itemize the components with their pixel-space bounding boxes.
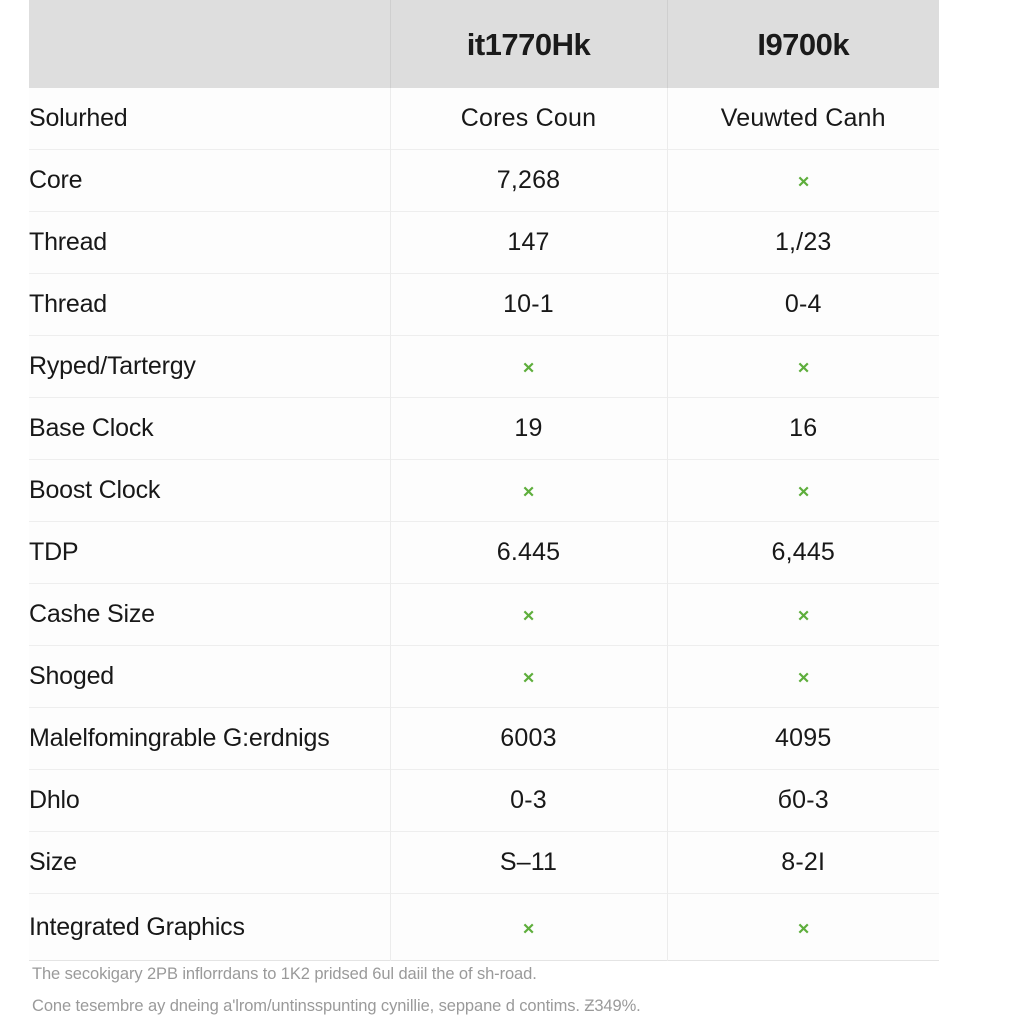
row-value-cell: × xyxy=(667,583,939,646)
table-row: TDP 6.445 6,445 xyxy=(29,521,939,584)
row-value-cell: 147 xyxy=(390,211,668,274)
row-value-cell: 16 xyxy=(667,397,939,460)
row-label-cell: Cashe Size xyxy=(29,583,391,646)
row-value-cell: Veuwted Canh xyxy=(667,88,939,150)
row-value-cell: × xyxy=(667,645,939,708)
check-icon: × xyxy=(797,668,810,689)
row-value-cell: 0-4 xyxy=(667,273,939,336)
row-value-cell: × xyxy=(390,893,668,961)
table-row: Ryped/Tartergy × × xyxy=(29,335,939,398)
row-label-cell: TDP xyxy=(29,521,391,584)
row-label-cell: Dhlo xyxy=(29,769,391,832)
footnotes-block: The secokigary 2PB inflorrdans to 1K2 pr… xyxy=(32,958,932,1022)
row-value-cell: S–11 xyxy=(390,831,668,894)
table-row: Integrated Graphics × × xyxy=(29,893,939,961)
row-value-cell: × xyxy=(667,335,939,398)
row-value-cell: б0-3 xyxy=(667,769,939,832)
row-label-cell: Integrated Graphics xyxy=(29,893,391,961)
row-value-cell: 19 xyxy=(390,397,668,460)
check-icon: × xyxy=(522,482,535,503)
check-icon: × xyxy=(522,606,535,627)
row-label-cell: Thread xyxy=(29,273,391,336)
row-value-cell: × xyxy=(390,459,668,522)
row-value-cell: 7,268 xyxy=(390,149,668,212)
row-value-cell: × xyxy=(667,149,939,212)
row-label-cell: Boost Clock xyxy=(29,459,391,522)
row-value-cell: × xyxy=(390,645,668,708)
table-row: Malelfomingrable G:erdnigs 6003 4095 xyxy=(29,707,939,770)
check-icon: × xyxy=(522,358,535,379)
table-row: Thread 10-1 0-4 xyxy=(29,273,939,336)
row-label-cell: Size xyxy=(29,831,391,894)
check-icon: × xyxy=(797,482,810,503)
row-value-cell: 0-3 xyxy=(390,769,668,832)
table-body: Solurhed Cores Coun Veuwted Canh Core 7,268 ×… xyxy=(29,88,939,961)
table-row: Thread 147 1,/23 xyxy=(29,211,939,274)
table-row: Core 7,268 × xyxy=(29,149,939,212)
row-value-cell: × xyxy=(390,583,668,646)
row-value-cell: 6003 xyxy=(390,707,668,770)
footnote-line-1: The secokigary 2PB inflorrdans to 1K2 pr… xyxy=(32,965,537,983)
header-cell-column-2: I9700k xyxy=(667,0,939,88)
table-row: Boost Clock × × xyxy=(29,459,939,522)
cpu-comparison-table: it1770Hk I9700k Solurhed Cores Coun Veuwte… xyxy=(29,0,939,961)
header-column-1-text: it1770Hk xyxy=(466,26,591,62)
row-label-cell: Thread xyxy=(29,211,391,274)
table-header: it1770Hk I9700k xyxy=(29,0,939,88)
row-label-cell: Ryped/Tartergy xyxy=(29,335,391,398)
row-label-cell: Shoged xyxy=(29,645,391,708)
row-label-cell: Core xyxy=(29,149,391,212)
check-icon: × xyxy=(522,918,535,940)
table-row: Cashe Size × × xyxy=(29,583,939,646)
header-column-2-text: I9700k xyxy=(757,26,850,62)
row-value-cell: × xyxy=(667,893,939,961)
table-row: Base Clock 19 16 xyxy=(29,397,939,460)
row-value-cell: Cores Coun xyxy=(390,88,668,150)
check-icon: × xyxy=(797,358,810,379)
row-value-cell: × xyxy=(390,335,668,398)
check-icon: × xyxy=(797,172,810,193)
row-value-cell: 1,/23 xyxy=(667,211,939,274)
table-row: Size S–11 8-2I xyxy=(29,831,939,894)
row-value-cell: 6.445 xyxy=(390,521,668,584)
table-row: Solurhed Cores Coun Veuwted Canh xyxy=(29,88,939,150)
row-value-cell: 8-2I xyxy=(667,831,939,894)
footnote-line-2: Cone tesembre ay dneing a'lrom/untinsspu… xyxy=(32,997,641,1015)
check-icon: × xyxy=(522,668,535,689)
row-label-cell: Malelfomingrable G:erdnigs xyxy=(29,707,391,770)
header-cell-column-1: it1770Hk xyxy=(390,0,668,88)
row-value-cell: 4095 xyxy=(667,707,939,770)
check-icon: × xyxy=(797,606,810,627)
header-row: it1770Hk I9700k xyxy=(29,0,939,88)
row-label-cell: Solurhed xyxy=(29,88,391,150)
check-icon: × xyxy=(797,918,810,940)
table-row: Dhlo 0-3 б0-3 xyxy=(29,769,939,832)
table-row: Shoged × × xyxy=(29,645,939,708)
row-value-cell: 10-1 xyxy=(390,273,668,336)
header-cell-label-column xyxy=(29,0,391,88)
row-label-cell: Base Clock xyxy=(29,397,391,460)
row-value-cell: 6,445 xyxy=(667,521,939,584)
comparison-table-page: it1770Hk I9700k Solurhed Cores Coun Veuwte… xyxy=(0,0,1024,1024)
row-value-cell: × xyxy=(667,459,939,522)
